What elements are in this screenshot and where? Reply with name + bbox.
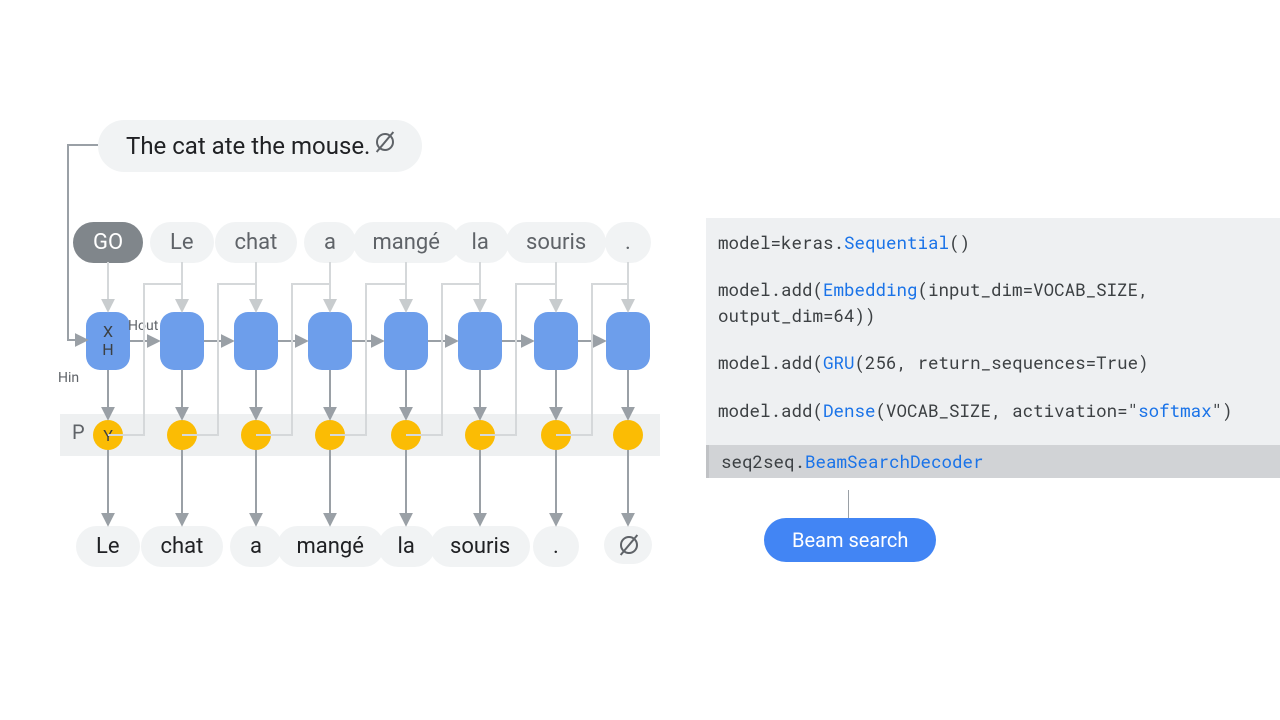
code-line: model=keras.Sequential() <box>718 230 1268 255</box>
gru-cell <box>458 312 502 370</box>
label-hin: Hin <box>58 370 79 386</box>
gru-cell <box>534 312 578 370</box>
output-node <box>541 420 571 450</box>
output-token: mangé <box>277 526 384 567</box>
label-h: H <box>102 341 113 359</box>
output-token: chat <box>141 526 224 567</box>
empty-set-icon <box>620 536 638 554</box>
gru-cell-xh: XH <box>86 312 130 370</box>
code-line: model.add(Embedding(input_dim=VOCAB_SIZE… <box>718 277 1268 328</box>
beam-connector-line <box>848 490 849 518</box>
gru-cell <box>160 312 204 370</box>
decoder-input-token: mangé <box>353 222 460 263</box>
output-node <box>315 420 345 450</box>
output-node <box>391 420 421 450</box>
output-token: souris <box>430 526 530 567</box>
output-node <box>167 420 197 450</box>
gru-cell <box>234 312 278 370</box>
gru-cell <box>384 312 428 370</box>
output-token <box>604 526 652 564</box>
output-token: la <box>378 526 435 567</box>
decoder-input-token: a <box>304 222 356 263</box>
go-token: GO <box>73 222 143 263</box>
label-p: P <box>72 420 85 444</box>
input-sentence-text: The cat ate the mouse. <box>126 132 370 160</box>
decoder-input-token: la <box>452 222 509 263</box>
output-node <box>465 420 495 450</box>
empty-set-icon <box>376 133 394 151</box>
gru-cell <box>606 312 650 370</box>
beam-search-button[interactable]: Beam search <box>764 518 936 562</box>
output-token: a <box>230 526 282 567</box>
label-hout: Hout <box>128 318 158 334</box>
output-node: Y <box>93 420 123 450</box>
gru-cell <box>308 312 352 370</box>
output-token: Le <box>76 526 140 567</box>
output-node <box>241 420 271 450</box>
label-x: X <box>103 323 113 341</box>
decoder-input-token: . <box>605 222 651 263</box>
beam-search-label: Beam search <box>792 528 908 552</box>
output-token: . <box>533 526 579 567</box>
code-line: seq2seq.BeamSearchDecoder <box>706 445 1280 478</box>
slide-stage: The cat ate the mouse. GOLechatamangélas… <box>0 0 1280 720</box>
code-panel: model=keras.Sequential() model.add(Embedd… <box>706 218 1280 478</box>
code-line: model.add(GRU(256, return_sequences=True… <box>718 350 1268 375</box>
decoder-input-token: chat <box>215 222 298 263</box>
output-node <box>613 420 643 450</box>
input-sentence-bubble: The cat ate the mouse. <box>98 120 422 172</box>
decoder-input-token: souris <box>506 222 606 263</box>
code-line: model.add(Dense(VOCAB_SIZE, activation="… <box>718 398 1268 423</box>
decoder-input-token: Le <box>150 222 214 263</box>
